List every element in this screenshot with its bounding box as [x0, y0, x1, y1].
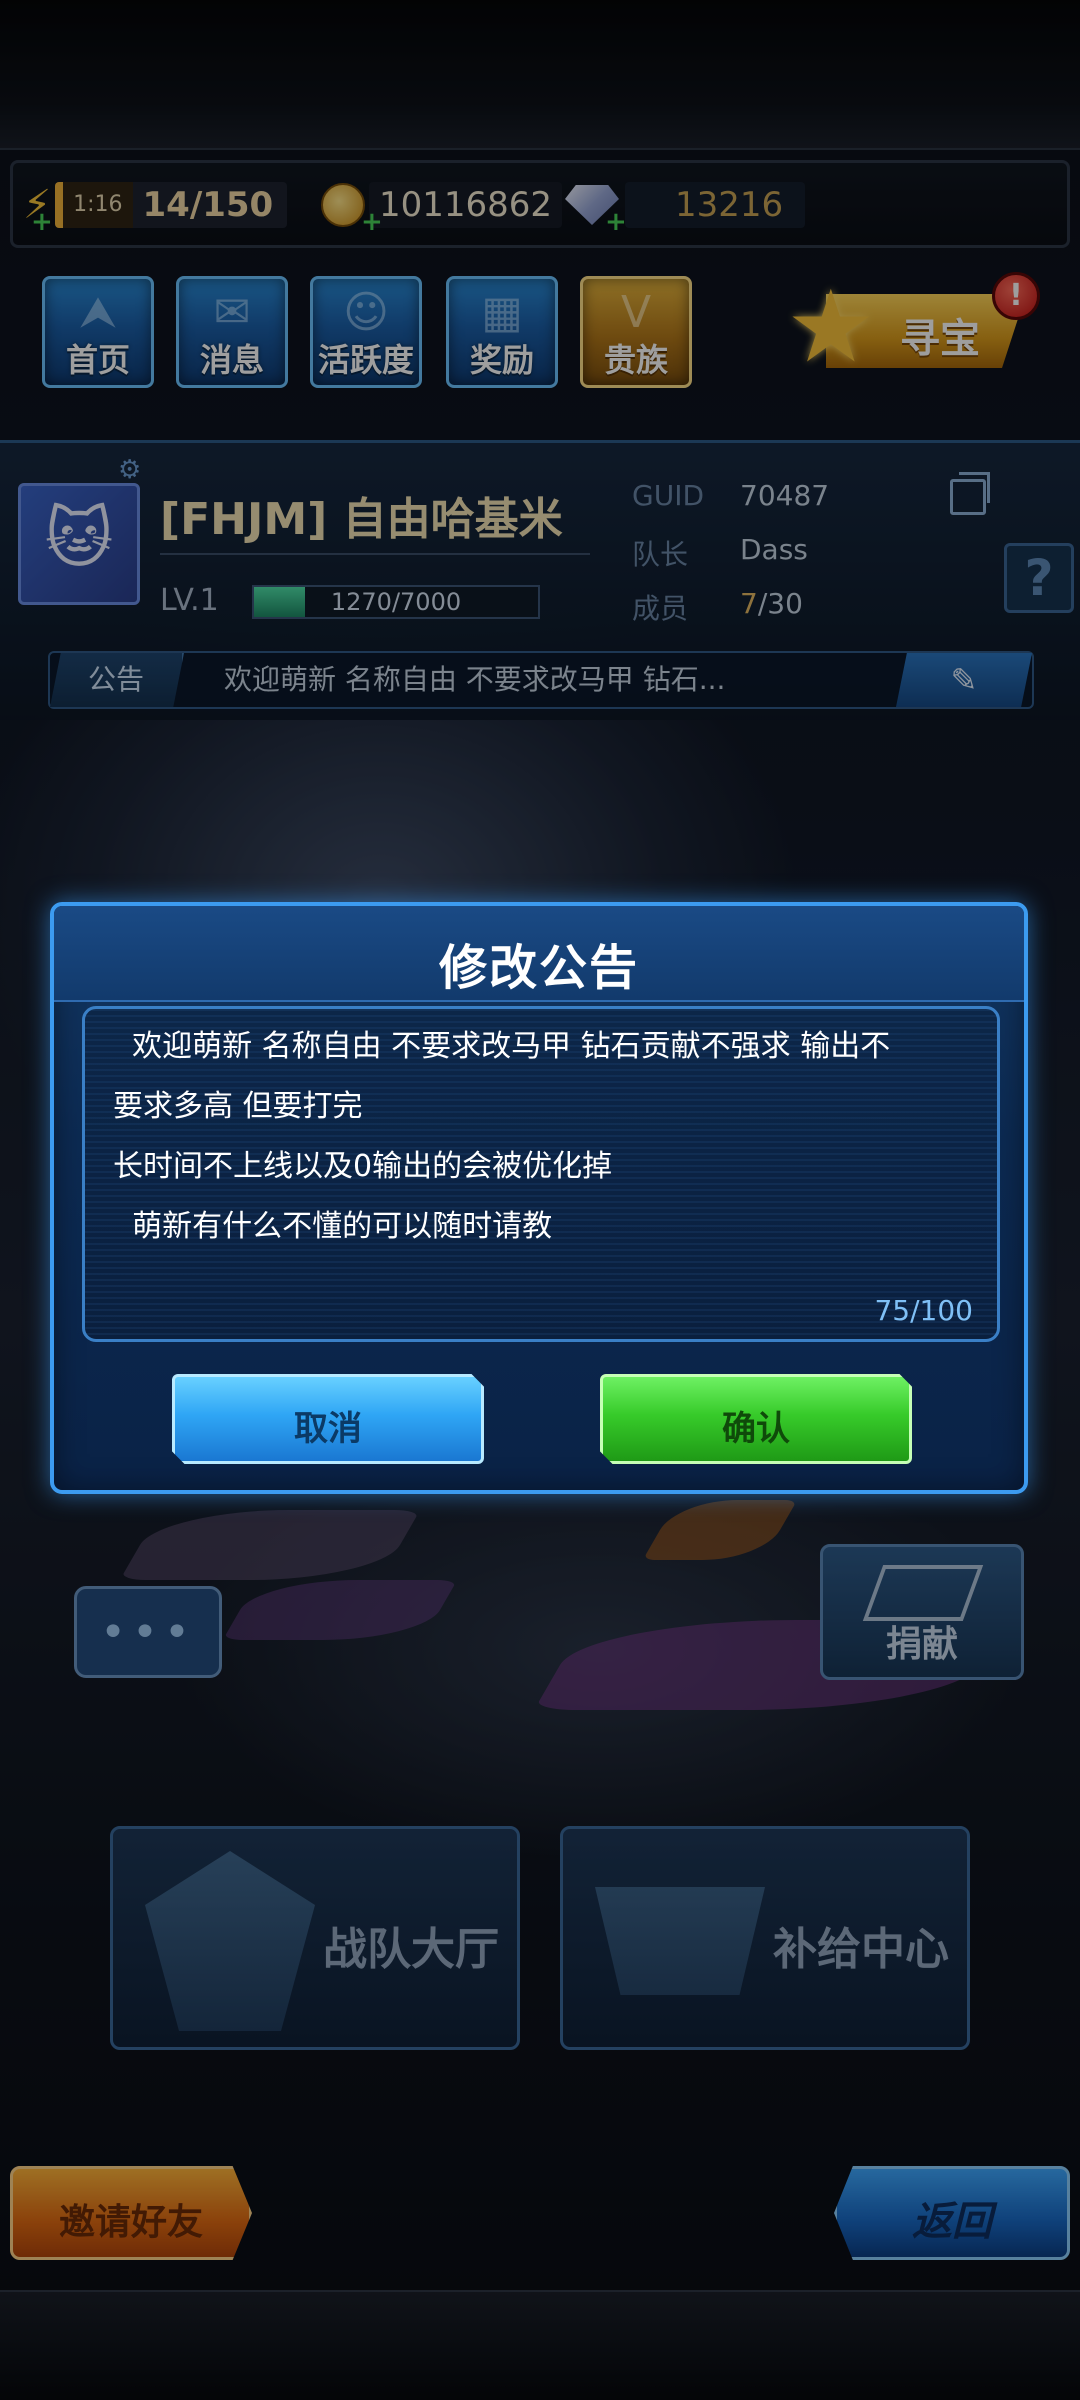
dialog-title: 修改公告 [438, 940, 639, 996]
notice-line: 欢迎萌新 名称自由 不要求改马甲 钻石贡献不强求 输出不 [113, 1029, 891, 1064]
confirm-label: 确认 [722, 1409, 790, 1449]
notice-line: 长时间不上线以及0输出的会被优化掉 [113, 1149, 613, 1184]
notice-text-area[interactable]: 欢迎萌新 名称自由 不要求改马甲 钻石贡献不强求 输出不 要求多高 但要打完 长… [82, 1006, 1000, 1342]
edit-notice-dialog: 修改公告 欢迎萌新 名称自由 不要求改马甲 钻石贡献不强求 输出不 要求多高 但… [50, 902, 1028, 1494]
dialog-title-bar: 修改公告 [54, 906, 1024, 1002]
notice-line: 要求多高 但要打完 [113, 1089, 363, 1124]
cancel-button[interactable]: 取消 [172, 1374, 484, 1464]
char-count: 75/100 [874, 1294, 973, 1327]
confirm-button[interactable]: 确认 [600, 1374, 912, 1464]
cancel-label: 取消 [294, 1409, 362, 1449]
notice-line: 萌新有什么不懂的可以随时请教 [113, 1209, 553, 1244]
